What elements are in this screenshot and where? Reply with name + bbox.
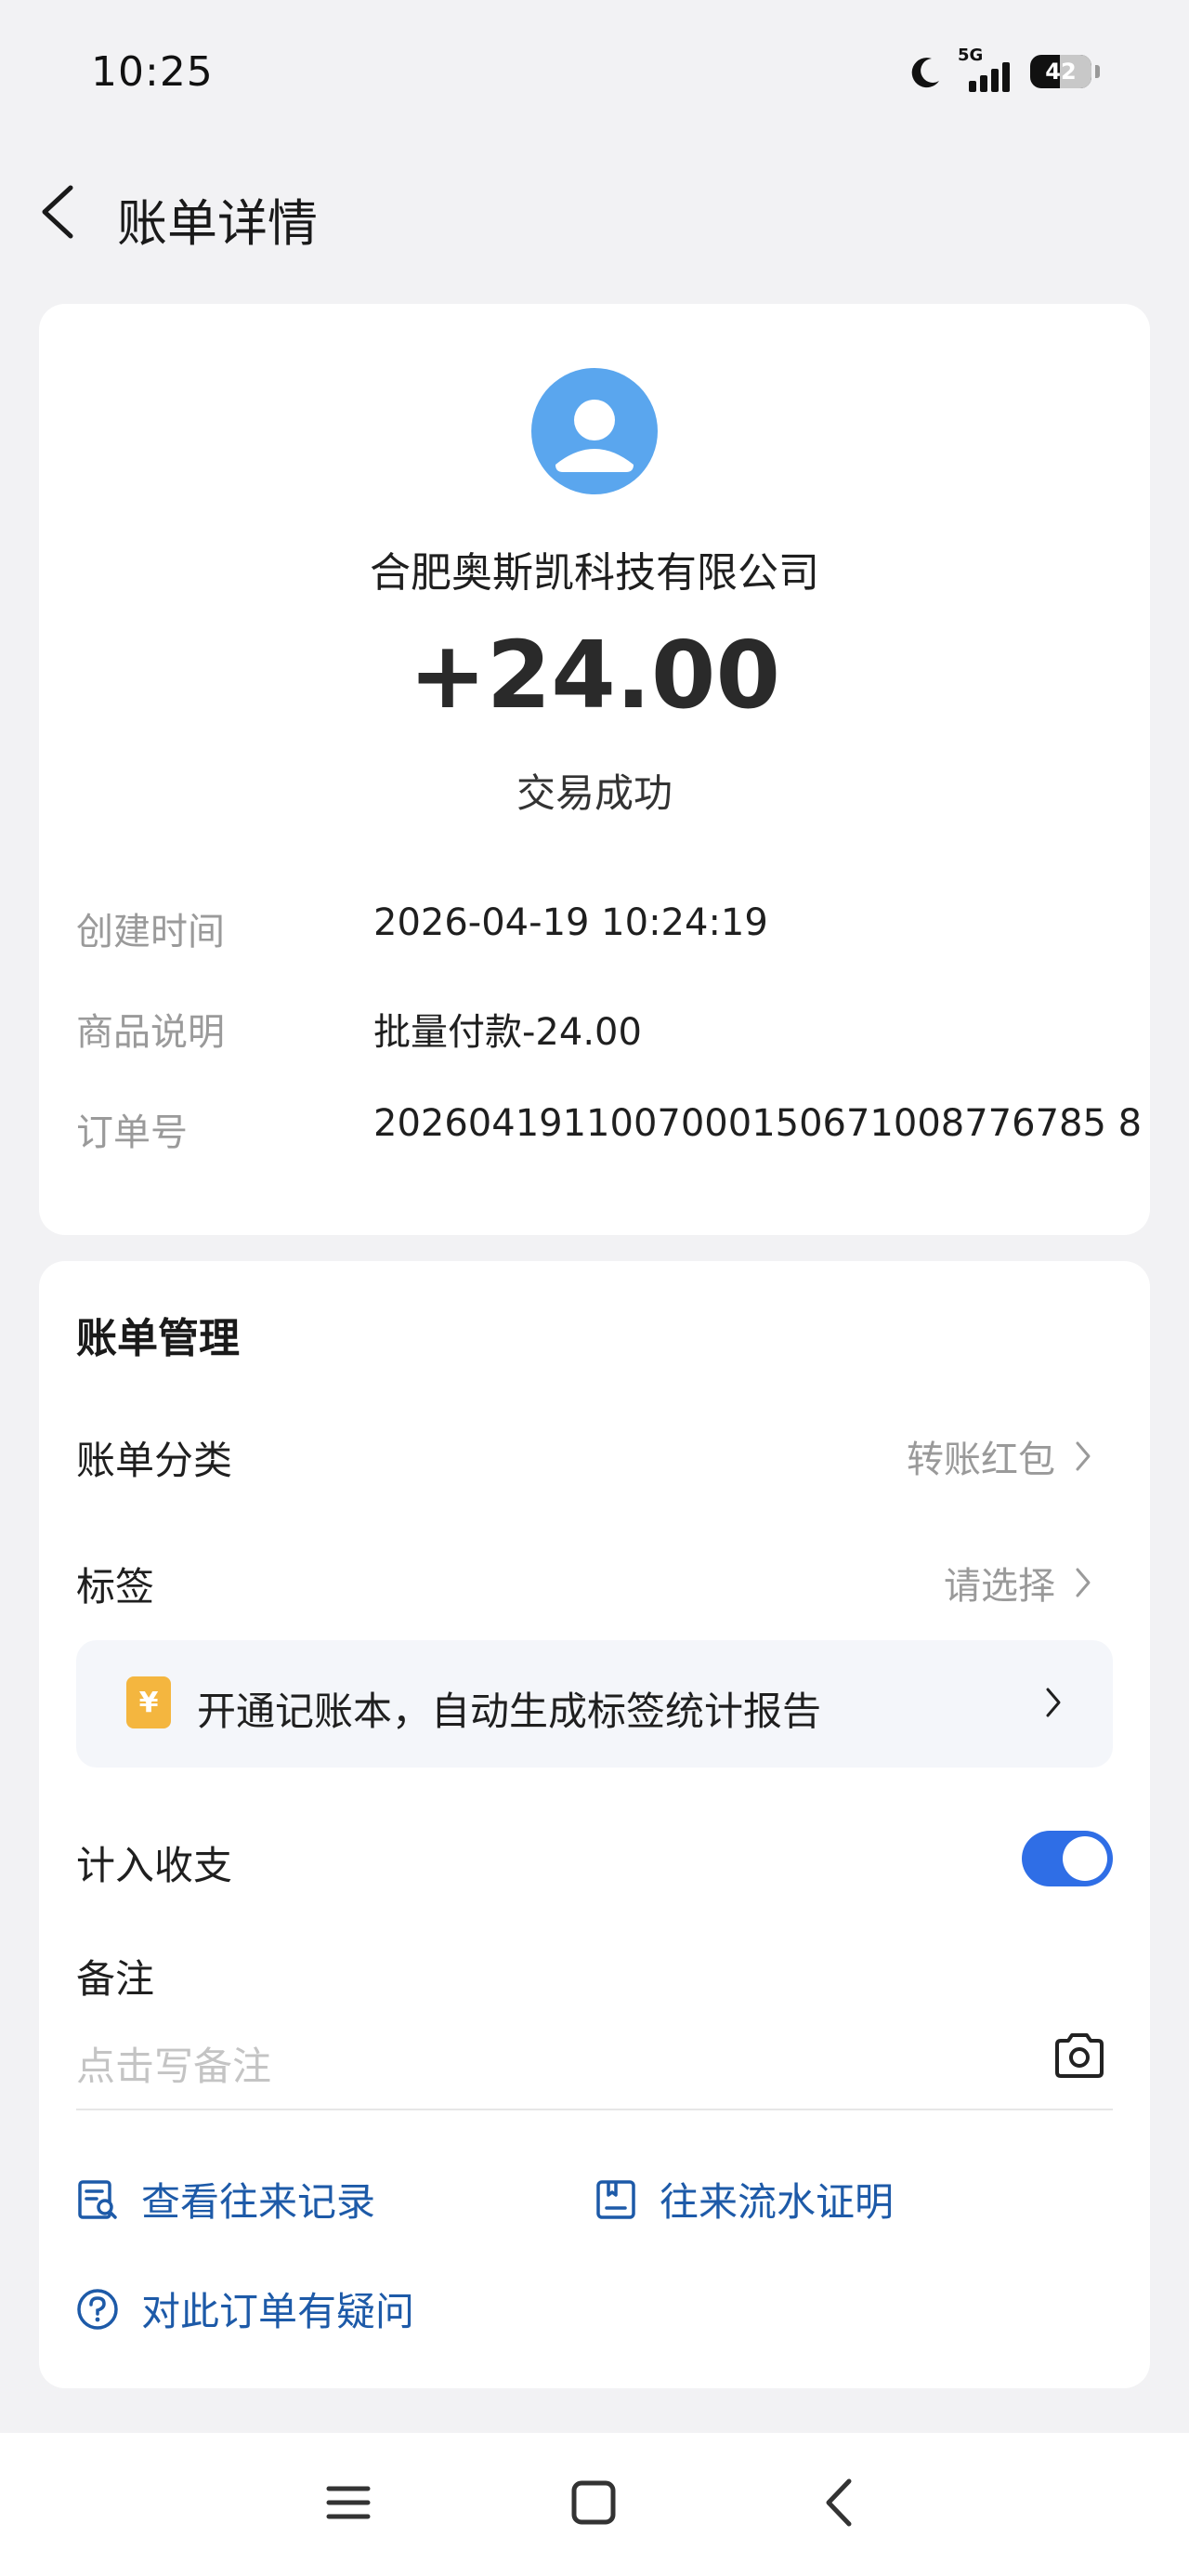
question-icon xyxy=(77,2288,118,2330)
transaction-proof-text: 往来流水证明 xyxy=(660,2179,895,2225)
page-title: 账单详情 xyxy=(117,194,318,253)
tag-value: 请选择 xyxy=(944,1565,1055,1608)
chevron-right-icon xyxy=(1046,1688,1061,1717)
merchant-avatar xyxy=(531,368,658,494)
section-title: 账单管理 xyxy=(76,1315,240,1362)
moon-icon xyxy=(911,58,939,88)
status-icons: 5G 42 xyxy=(908,46,1100,95)
product-desc-label: 商品说明 xyxy=(76,1011,225,1054)
back-nav-icon[interactable] xyxy=(808,2470,873,2535)
tag-selector[interactable]: 请选择 xyxy=(944,1556,1092,1610)
menu-icon[interactable] xyxy=(316,2470,381,2535)
status-time: 10:25 xyxy=(91,48,214,96)
transaction-status: 交易成功 xyxy=(516,770,673,816)
note-label: 备注 xyxy=(76,1956,155,2002)
tag-label: 标签 xyxy=(76,1564,155,1610)
document-icon xyxy=(596,2179,635,2219)
product-desc-value: 批量付款-24.00 xyxy=(373,1011,642,1054)
battery-icon: 42 xyxy=(1030,55,1091,88)
note-divider xyxy=(76,2109,1113,2110)
merchant-name: 合肥奥斯凯科技有限公司 xyxy=(370,549,819,597)
created-time-value: 2026-04-19 10:24:19 xyxy=(373,901,768,944)
user-icon xyxy=(555,400,634,472)
home-icon[interactable] xyxy=(561,2470,626,2535)
order-number-value: 2026041911007000150671008776785 8 xyxy=(373,1102,1143,1145)
transaction-amount: +24.00 xyxy=(408,621,781,729)
records-icon xyxy=(78,2179,117,2219)
include-in-stats-toggle[interactable] xyxy=(1022,1831,1113,1886)
bill-category-selector[interactable]: 转账红包 xyxy=(907,1429,1092,1483)
order-question-text: 对此订单有疑问 xyxy=(141,2289,415,2334)
chevron-right-icon xyxy=(1076,1568,1091,1597)
signal-icon: 5G xyxy=(958,46,1017,92)
order-number-label: 订单号 xyxy=(76,1111,188,1154)
battery-cap xyxy=(1095,65,1100,78)
order-question-link[interactable]: 对此订单有疑问 xyxy=(76,2280,414,2337)
bill-category-value: 转账红包 xyxy=(907,1439,1055,1481)
back-arrow-icon[interactable] xyxy=(33,178,85,245)
ledger-promo-text: 开通记账本，自动生成标签统计报告 xyxy=(197,1689,822,1734)
battery-level: 42 xyxy=(1045,59,1077,85)
transaction-proof-link[interactable]: 往来流水证明 xyxy=(594,2171,894,2228)
toggle-knob xyxy=(1063,1836,1107,1881)
chevron-right-icon xyxy=(1076,1441,1091,1471)
note-input[interactable]: 点击写备注 xyxy=(76,2035,271,2092)
bill-category-label: 账单分类 xyxy=(76,1438,233,1483)
view-records-link[interactable]: 查看往来记录 xyxy=(76,2171,375,2228)
include-in-stats-label: 计入收支 xyxy=(76,1843,233,1888)
yuan-ticket-icon: ¥ xyxy=(126,1676,171,1728)
view-records-text: 查看往来记录 xyxy=(141,2179,376,2225)
camera-icon[interactable] xyxy=(1052,2030,1107,2082)
created-time-label: 创建时间 xyxy=(76,911,225,953)
